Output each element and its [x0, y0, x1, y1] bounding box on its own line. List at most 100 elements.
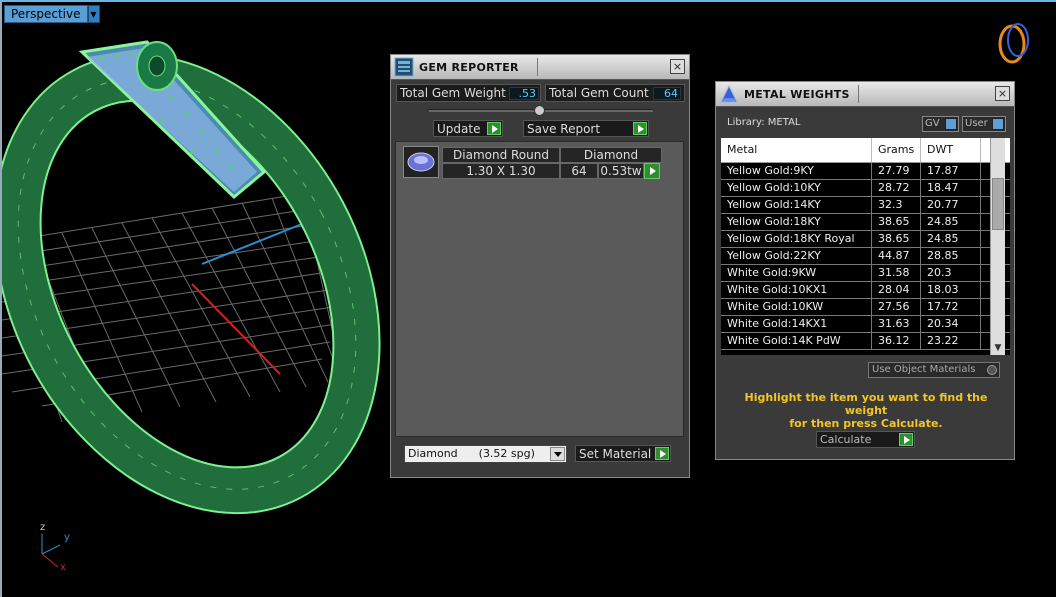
table-row[interactable]: White Gold:10KW 27.56 17.72 [721, 299, 1010, 316]
radio-icon[interactable] [987, 365, 997, 375]
table-header: Metal Grams DWT [721, 138, 1010, 163]
metal-name-cell: White Gold:10KW [721, 299, 872, 315]
user-toggle[interactable]: User [962, 116, 1006, 132]
gem-report-list[interactable]: Diamond Round Diamond 1.30 X 1.30 64 0.5… [395, 141, 684, 437]
dwt-cell: 18.47 [921, 180, 981, 196]
dwt-cell: 18.03 [921, 282, 981, 298]
chevron-down-icon[interactable] [550, 447, 565, 461]
grams-cell: 28.04 [872, 282, 921, 298]
save-report-button-label: Save Report [527, 121, 601, 136]
dwt-cell: 20.3 [921, 265, 981, 281]
table-row[interactable]: White Gold:14KX1 31.63 20.34 [721, 316, 1010, 333]
table-row[interactable]: Yellow Gold:22KY 44.87 28.85 [721, 248, 1010, 265]
total-gem-weight-label: Total Gem Weight [400, 86, 506, 100]
round-diamond-icon [403, 146, 439, 178]
gem-material-header: Diamond [560, 147, 662, 163]
gv-toggle[interactable]: GV [922, 116, 959, 132]
chevron-down-icon[interactable]: ▼ [993, 343, 1003, 353]
table-row[interactable]: White Gold:10KX1 28.04 18.03 [721, 282, 1010, 299]
material-select[interactable]: Diamond (3.52 spg) [404, 445, 567, 463]
dwt-cell: 24.85 [921, 214, 981, 230]
use-object-materials-option[interactable]: Use Object Materials [868, 362, 1000, 378]
title-divider [537, 58, 538, 76]
play-arrow-icon [899, 433, 913, 446]
viewport-tab[interactable]: Perspective ▼ [4, 5, 100, 23]
update-button[interactable]: Update [433, 120, 503, 137]
table-row[interactable]: Yellow Gold:14KY 32.3 20.77 [721, 197, 1010, 214]
chevron-down-icon[interactable]: ▼ [87, 5, 100, 23]
gem-reporter-title: GEM REPORTER [419, 60, 519, 74]
column-header-metal[interactable]: Metal [721, 138, 872, 162]
gem-count-cell: 64 [560, 163, 598, 179]
table-row[interactable]: Yellow Gold:18KY Royal 38.65 24.85 [721, 231, 1010, 248]
play-arrow-icon [487, 122, 501, 135]
gem-row-action-button[interactable] [644, 163, 660, 179]
calculate-button[interactable]: Calculate [816, 431, 915, 448]
use-object-materials-label: Use Object Materials [872, 364, 976, 375]
grams-cell: 27.56 [872, 299, 921, 315]
metal-weights-titlebar[interactable]: METAL WEIGHTS × [716, 82, 1014, 107]
user-toggle-label: User [965, 118, 988, 129]
axis-x-label: x [60, 562, 66, 573]
axis-indicator [41, 534, 61, 568]
calculate-hint: Highlight the item you want to find the … [726, 391, 1006, 430]
gem-reporter-panel: GEM REPORTER × Total Gem Weight .53 Tota… [390, 54, 690, 478]
metal-weights-title: METAL WEIGHTS [744, 87, 850, 101]
calculate-button-label: Calculate [820, 433, 872, 446]
column-header-dwt[interactable]: DWT [921, 138, 981, 162]
close-icon[interactable]: × [670, 59, 685, 74]
metal-name-cell: Yellow Gold:18KY [721, 214, 872, 230]
x-axis-line [191, 283, 281, 375]
dwt-cell: 23.22 [921, 333, 981, 349]
dwt-cell: 17.72 [921, 299, 981, 315]
metal-name-cell: Yellow Gold:14KY [721, 197, 872, 213]
total-gem-count-label: Total Gem Count [549, 86, 649, 100]
axis-z-label: z [40, 522, 46, 533]
table-row[interactable]: Yellow Gold:10KY 28.72 18.47 [721, 180, 1010, 197]
total-gem-weight-value: .53 [509, 87, 539, 100]
metal-name-cell: White Gold:10KX1 [721, 282, 872, 298]
set-material-button-label: Set Material [579, 446, 652, 461]
grams-cell: 31.58 [872, 265, 921, 281]
dwt-cell: 20.77 [921, 197, 981, 213]
column-header-grams[interactable]: Grams [872, 138, 921, 162]
gem-reporter-titlebar[interactable]: GEM REPORTER × [391, 55, 689, 80]
report-slider-knob[interactable] [534, 105, 545, 116]
gv-toggle-label: GV [925, 118, 940, 129]
table-row[interactable]: Yellow Gold:18KY 38.65 24.85 [721, 214, 1010, 231]
table-row[interactable]: White Gold:9KW 31.58 20.3 [721, 265, 1010, 282]
metal-weights-panel: METAL WEIGHTS × Library: METAL GV User M… [715, 81, 1015, 460]
total-gem-weight-field: Total Gem Weight .53 [396, 84, 541, 102]
close-icon[interactable]: × [995, 86, 1010, 101]
table-row[interactable]: Yellow Gold:9KY 27.79 17.87 [721, 163, 1010, 180]
table-row[interactable]: White Gold:14K PdW 36.12 23.22 [721, 333, 1010, 350]
metal-name-cell: Yellow Gold:10KY [721, 180, 872, 196]
metal-name-cell: Yellow Gold:9KY [721, 163, 872, 179]
save-report-button[interactable]: Save Report [523, 120, 649, 137]
dwt-cell: 20.34 [921, 316, 981, 332]
grams-cell: 27.79 [872, 163, 921, 179]
grams-cell: 32.3 [872, 197, 921, 213]
grams-cell: 36.12 [872, 333, 921, 349]
play-arrow-icon [655, 447, 669, 460]
viewport-tab-label[interactable]: Perspective [4, 5, 88, 23]
metal-weights-table[interactable]: Metal Grams DWT Yellow Gold:9KY 27.79 17.8… [721, 138, 1010, 355]
total-gem-count-value: 64 [653, 87, 681, 100]
grams-cell: 38.65 [872, 214, 921, 230]
set-material-button[interactable]: Set Material [575, 445, 671, 462]
hint-line-1: Highlight the item you want to find the … [744, 391, 988, 417]
dwt-cell: 24.85 [921, 231, 981, 247]
scrollbar-thumb[interactable] [992, 178, 1004, 230]
play-arrow-icon [650, 167, 656, 175]
metal-name-cell: Yellow Gold:22KY [721, 248, 872, 264]
toggle-indicator [992, 118, 1004, 130]
vertical-scrollbar[interactable]: ▼ [990, 138, 1005, 355]
ring-band [2, 53, 381, 515]
gem-weight-cell: 0.53tw [598, 163, 644, 179]
gem-reporter-icon [393, 56, 415, 78]
play-arrow-icon [633, 122, 647, 135]
dwt-cell: 28.85 [921, 248, 981, 264]
grams-cell: 38.65 [872, 231, 921, 247]
metal-weights-icon [718, 83, 740, 105]
gem-size-cell: 1.30 X 1.30 [442, 163, 560, 179]
